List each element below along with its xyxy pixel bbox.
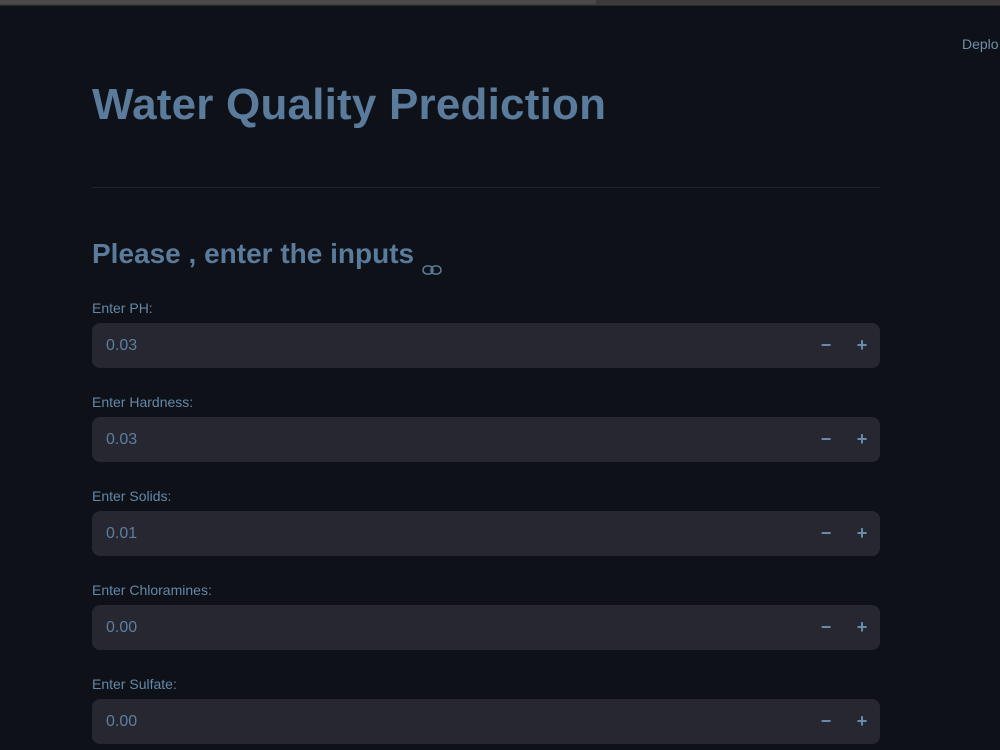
hardness-decrement-button[interactable]: −: [808, 417, 844, 462]
solids-increment-button[interactable]: +: [844, 511, 880, 556]
browser-top-bar: [0, 0, 1000, 6]
sulfate-decrement-button[interactable]: −: [808, 699, 844, 744]
solids-field: Enter Solids: − +: [92, 487, 880, 556]
chloramines-field: Enter Chloramines: − +: [92, 581, 880, 650]
ph-input-box: − +: [92, 323, 880, 368]
section-heading: Please , enter the inputs: [92, 238, 442, 275]
chloramines-decrement-button[interactable]: −: [808, 605, 844, 650]
link-icon[interactable]: [422, 251, 442, 275]
title-divider: [92, 187, 880, 188]
chloramines-increment-button[interactable]: +: [844, 605, 880, 650]
solids-decrement-button[interactable]: −: [808, 511, 844, 556]
sulfate-input-box: − +: [92, 699, 880, 744]
hardness-label: Enter Hardness:: [92, 394, 194, 410]
ph-label: Enter PH:: [92, 300, 153, 316]
ph-input[interactable]: [106, 323, 786, 368]
hardness-increment-button[interactable]: +: [844, 417, 880, 462]
section-heading-text: Please , enter the inputs: [92, 238, 415, 269]
solids-input-box: − +: [92, 511, 880, 556]
solids-label: Enter Solids:: [92, 488, 172, 504]
hardness-field: Enter Hardness: − +: [92, 393, 880, 462]
hardness-input-box: − +: [92, 417, 880, 462]
deploy-button[interactable]: Deplo: [962, 36, 999, 52]
sulfate-input[interactable]: [106, 699, 786, 744]
hardness-input[interactable]: [106, 417, 786, 462]
ph-increment-button[interactable]: +: [844, 323, 880, 368]
chloramines-input[interactable]: [106, 605, 786, 650]
ph-field: Enter PH: − +: [92, 299, 880, 368]
page-title: Water Quality Prediction: [92, 80, 607, 129]
sulfate-field: Enter Sulfate: − +: [92, 675, 880, 744]
sulfate-increment-button[interactable]: +: [844, 699, 880, 744]
solids-input[interactable]: [106, 511, 786, 556]
browser-tab-strip: [0, 0, 596, 4]
ph-decrement-button[interactable]: −: [808, 323, 844, 368]
chloramines-label: Enter Chloramines:: [92, 582, 212, 598]
sulfate-label: Enter Sulfate:: [92, 676, 177, 692]
chloramines-input-box: − +: [92, 605, 880, 650]
